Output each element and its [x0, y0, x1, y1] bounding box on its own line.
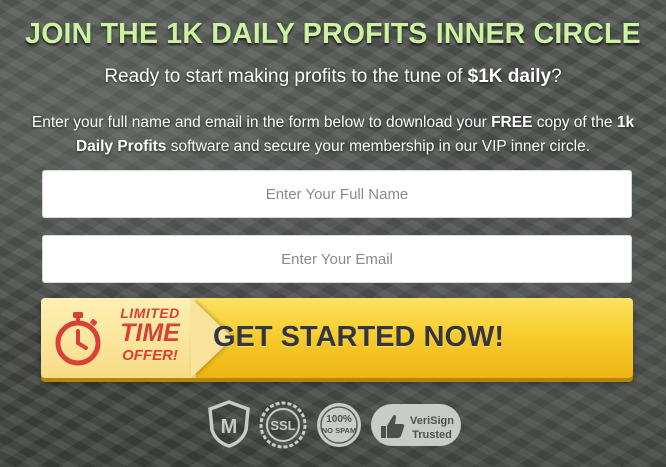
svg-text:100%: 100% — [326, 414, 352, 425]
free-highlight: FREE — [491, 114, 533, 131]
stopwatch-icon — [55, 312, 101, 366]
limited-time-text: LIMITED TIME OFFER! — [120, 305, 180, 364]
svg-text:NO SPAM: NO SPAM — [322, 426, 356, 435]
get-started-label: GET STARTED NOW! — [213, 321, 505, 353]
email-input[interactable] — [42, 235, 632, 283]
svg-text:VeriSign: VeriSign — [410, 415, 454, 427]
ssl-seal-icon: SSL — [259, 401, 307, 449]
profit-highlight: $1K daily — [467, 66, 552, 87]
subheadline: Ready to start making profits to the tun… — [104, 66, 562, 87]
verisign-thumb-icon: VeriSign Trusted — [371, 404, 461, 446]
form-description: Enter your full name and email in the fo… — [31, 114, 635, 155]
svg-text:Trusted: Trusted — [412, 429, 452, 441]
get-started-button[interactable]: LIMITED TIME OFFER! GET STARTED NOW! — [41, 298, 633, 378]
full-name-input[interactable] — [42, 170, 632, 218]
trust-badges: M SSL 100% NO SPAM VeriSign Trusted — [206, 400, 466, 452]
no-spam-seal-icon: 100% NO SPAM — [317, 403, 361, 447]
mcafee-shield-icon: M — [208, 400, 250, 448]
svg-text:SSL: SSL — [270, 418, 295, 433]
page-title: JOIN THE 1K DAILY PROFITS INNER CIRCLE — [25, 18, 641, 50]
svg-text:M: M — [221, 416, 238, 438]
